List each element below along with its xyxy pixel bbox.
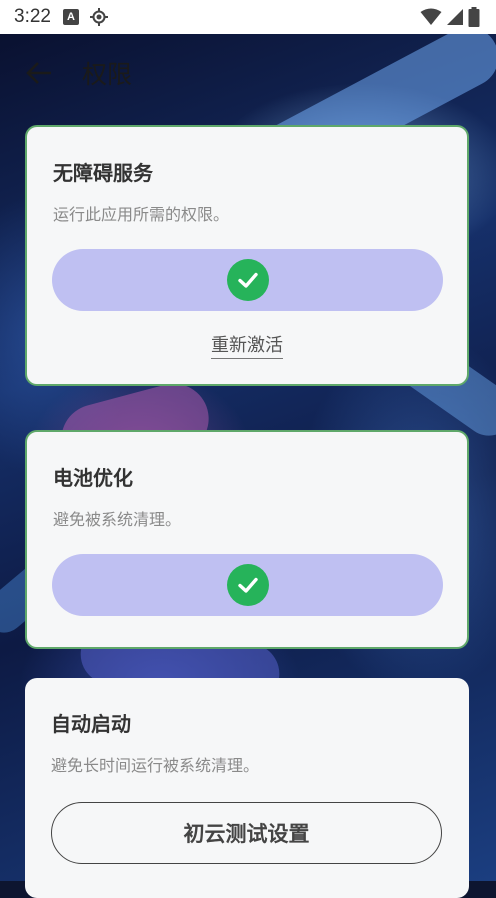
auto-start-card: 自动启动 避免长时间运行被系统清理。 初云测试设置 (25, 678, 469, 898)
auto-start-settings-button[interactable]: 初云测试设置 (51, 802, 442, 864)
accessibility-granted-button[interactable] (52, 249, 443, 311)
page-title: 权限 (82, 60, 133, 89)
status-right-icons (420, 7, 480, 27)
card-description: 避免长时间运行被系统清理。 (51, 756, 260, 775)
back-arrow-icon[interactable] (22, 56, 56, 90)
card-title: 电池优化 (53, 466, 133, 490)
card-title: 自动启动 (51, 712, 131, 736)
location-target-icon (89, 8, 108, 26)
card-description: 运行此应用所需的权限。 (53, 205, 230, 224)
card-description: 避免被系统清理。 (53, 510, 182, 529)
battery-icon (468, 7, 480, 27)
reactivate-link[interactable]: 重新激活 (27, 331, 467, 359)
battery-optimization-card: 电池优化 避免被系统清理。 (25, 430, 469, 649)
check-icon (226, 564, 269, 606)
status-bar: 3:22 A (0, 0, 496, 34)
cell-signal-icon (447, 9, 463, 25)
app-bar: 权限 (0, 34, 496, 112)
battery-granted-button[interactable] (52, 554, 443, 616)
check-icon (226, 259, 269, 301)
card-title: 无障碍服务 (53, 161, 153, 185)
status-time: 3:22 (14, 6, 51, 27)
notification-a-icon: A (62, 9, 79, 25)
wifi-icon (420, 8, 442, 25)
reactivate-link-label: 重新激活 (211, 335, 283, 359)
accessibility-service-card: 无障碍服务 运行此应用所需的权限。 重新激活 (25, 125, 469, 386)
